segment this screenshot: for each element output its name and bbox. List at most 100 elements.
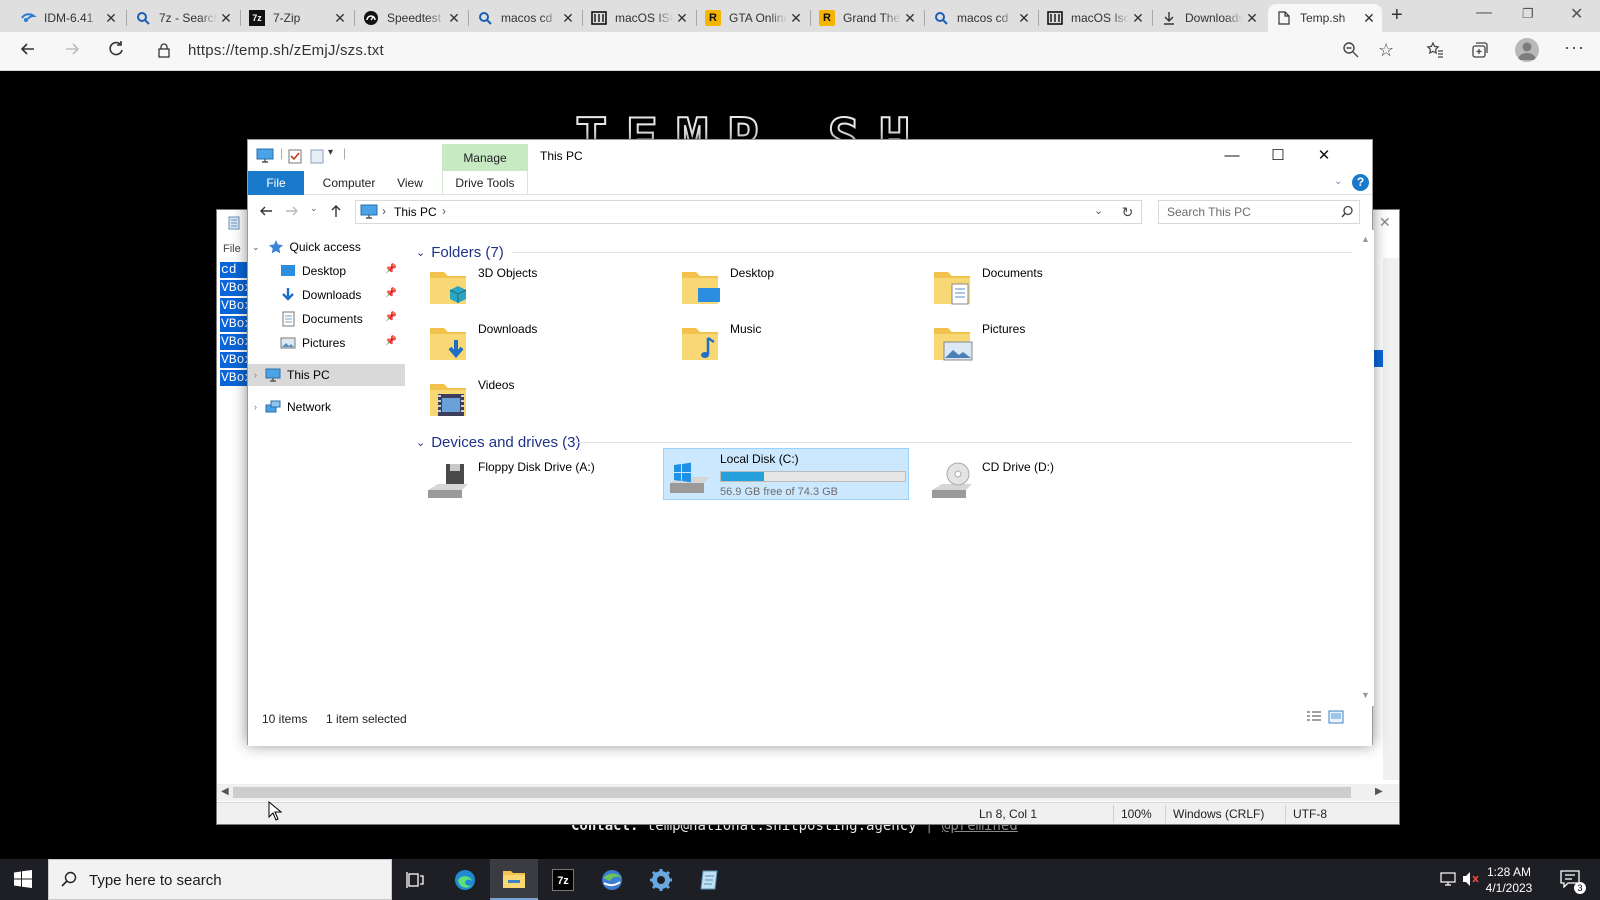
task-view-icon[interactable] xyxy=(392,859,440,900)
close-icon[interactable]: ✕ xyxy=(1129,10,1147,27)
browser-tab-1[interactable]: IDM-6.41 ✕ xyxy=(12,4,124,32)
folder-downloads[interactable]: Downloads xyxy=(418,318,664,368)
nav-downloads[interactable]: Downloads 📌 xyxy=(248,284,405,306)
file-explorer-window[interactable]: | ▾ | Manage This PC — ☐ ✕ File Computer… xyxy=(247,139,1374,746)
folder-videos[interactable]: Videos xyxy=(418,374,664,424)
notepad-close-icon[interactable]: ✕ xyxy=(1379,214,1391,231)
file-explorer-taskbar-icon[interactable] xyxy=(490,859,538,900)
settings-gear-icon[interactable] xyxy=(637,859,685,900)
browser-tab-11[interactable]: Downloads ✕ xyxy=(1153,4,1265,32)
text-line[interactable]: VBox xyxy=(220,370,248,386)
search-box[interactable] xyxy=(1158,200,1360,224)
chevron-down-icon[interactable]: ⌄ xyxy=(416,436,425,449)
new-folder-icon[interactable] xyxy=(310,148,324,167)
zoom-icon[interactable] xyxy=(1342,41,1360,62)
nav-network[interactable]: › Network xyxy=(248,396,405,418)
minimize-window-icon[interactable]: — xyxy=(1476,4,1492,22)
restore-window-icon[interactable]: ❐ xyxy=(1522,6,1534,22)
refresh-icon[interactable]: ↻ xyxy=(1114,200,1142,224)
properties-icon[interactable] xyxy=(288,148,302,167)
breadcrumb-chevron-icon[interactable]: › xyxy=(442,204,446,218)
close-icon[interactable]: ✕ xyxy=(445,10,463,27)
close-icon[interactable]: ✕ xyxy=(673,10,691,27)
breadcrumb-chevron-icon[interactable]: › xyxy=(382,204,386,218)
content-vertical-scrollbar[interactable]: ▲ ▼ xyxy=(1358,230,1374,706)
pin-icon[interactable]: 📌 xyxy=(385,336,397,347)
text-line[interactable]: VBox xyxy=(220,316,248,332)
chevron-down-icon[interactable]: ⌄ xyxy=(416,246,425,259)
refresh-icon[interactable] xyxy=(106,39,126,62)
scroll-right-icon[interactable]: ▶ xyxy=(1375,786,1383,797)
notepad-menu-file[interactable]: File xyxy=(223,243,241,255)
search-icon[interactable] xyxy=(1341,205,1354,221)
minimize-icon[interactable]: — xyxy=(1209,140,1255,171)
scroll-left-icon[interactable]: ◀ xyxy=(221,786,229,797)
scroll-up-icon[interactable]: ▲ xyxy=(1361,234,1370,244)
browser-tab-4[interactable]: Speedtest ✕ xyxy=(355,4,467,32)
browser-tab-8[interactable]: R Grand Theft ✕ xyxy=(811,4,923,32)
quick-access-toolbar-dropdown-icon[interactable]: ▾ xyxy=(328,147,333,158)
browser-tab-10[interactable]: macOS Iso ✕ xyxy=(1039,4,1151,32)
drive-cd-d[interactable]: CD Drive (D:) xyxy=(922,456,1168,506)
edge-browser-icon[interactable] xyxy=(441,859,489,900)
browser-tab-12[interactable]: Temp.sh ✕ xyxy=(1268,4,1382,32)
drive-local-disk-c[interactable]: Local Disk (C:) 56.9 GB free of 74.3 GB xyxy=(663,448,909,500)
chevron-right-icon[interactable]: › xyxy=(254,370,257,380)
folder-music[interactable]: Music xyxy=(670,318,916,368)
explorer-title-bar[interactable]: | ▾ | Manage This PC — ☐ ✕ xyxy=(248,140,1372,171)
profile-avatar-icon[interactable] xyxy=(1515,38,1539,62)
browser-tab-2[interactable]: 7z - Search ✕ xyxy=(127,4,239,32)
nav-documents[interactable]: Documents 📌 xyxy=(248,308,405,330)
folders-group-header[interactable]: ⌄ Folders (7) xyxy=(416,242,504,262)
breadcrumb-this-pc[interactable]: This PC xyxy=(394,205,437,219)
close-icon[interactable]: ✕ xyxy=(1015,10,1033,27)
notepad-vscroll[interactable] xyxy=(1383,258,1399,780)
help-icon[interactable]: ? xyxy=(1352,174,1369,191)
pin-icon[interactable]: 📌 xyxy=(385,288,397,299)
text-line[interactable]: VBox xyxy=(220,280,248,296)
close-icon[interactable]: ✕ xyxy=(787,10,805,27)
more-menu-icon[interactable]: ··· xyxy=(1564,37,1585,58)
nav-this-pc[interactable]: › This PC xyxy=(248,364,405,386)
start-windows-icon[interactable] xyxy=(14,870,32,891)
7zip-taskbar-icon[interactable]: 7z xyxy=(539,859,587,900)
browser-tab-6[interactable]: macOS ISO ✕ xyxy=(583,4,695,32)
nav-desktop[interactable]: Desktop 📌 xyxy=(248,260,405,282)
scroll-thumb[interactable] xyxy=(233,787,1351,798)
nav-forward-icon[interactable] xyxy=(284,203,300,222)
close-icon[interactable]: ✕ xyxy=(901,10,919,27)
close-window-icon[interactable]: ✕ xyxy=(1570,4,1583,24)
address-bar[interactable]: › This PC › ⌄ xyxy=(355,200,1115,224)
maximize-icon[interactable]: ☐ xyxy=(1255,140,1301,171)
address-dropdown-icon[interactable]: ⌄ xyxy=(1094,204,1103,217)
close-icon[interactable]: ✕ xyxy=(1360,10,1378,27)
browser-tab-3[interactable]: 7z 7-Zip ✕ xyxy=(241,4,353,32)
ribbon-tab-file[interactable]: File xyxy=(248,171,304,195)
close-icon[interactable]: ✕ xyxy=(559,10,577,27)
collections-icon[interactable] xyxy=(1470,41,1488,62)
folder-desktop[interactable]: Desktop xyxy=(670,262,916,312)
network-tray-icon[interactable] xyxy=(1440,872,1458,891)
folder-pictures[interactable]: Pictures xyxy=(922,318,1168,368)
chevron-down-icon[interactable]: ⌄ xyxy=(252,242,260,253)
close-icon[interactable]: ✕ xyxy=(331,10,349,27)
close-icon[interactable]: ✕ xyxy=(102,10,120,27)
notepad-taskbar-icon[interactable] xyxy=(686,859,734,900)
nav-pictures[interactable]: Pictures 📌 xyxy=(248,332,405,354)
browser-tab-7[interactable]: R GTA Online ✕ xyxy=(697,4,809,32)
system-clock[interactable]: 1:28 AM 4/1/2023 xyxy=(1474,864,1544,896)
folder-3d-objects[interactable]: 3D Objects xyxy=(418,262,664,312)
details-view-icon[interactable] xyxy=(1306,710,1322,727)
ribbon-tab-drive-tools[interactable]: Drive Tools xyxy=(442,171,528,195)
large-icons-view-icon[interactable] xyxy=(1328,710,1344,727)
expand-ribbon-icon[interactable]: ⌄ xyxy=(1334,176,1342,187)
search-input[interactable] xyxy=(1159,201,1329,223)
scroll-down-icon[interactable]: ▼ xyxy=(1361,690,1370,700)
close-icon[interactable]: ✕ xyxy=(1301,140,1347,171)
close-icon[interactable]: ✕ xyxy=(217,10,235,27)
pin-icon[interactable]: 📌 xyxy=(385,264,397,275)
text-line[interactable]: VBox xyxy=(220,352,248,368)
forward-icon[interactable] xyxy=(62,39,82,62)
nav-quick-access[interactable]: ⌄ Quick access xyxy=(248,236,405,258)
recent-locations-icon[interactable]: ⌄ xyxy=(310,203,318,214)
